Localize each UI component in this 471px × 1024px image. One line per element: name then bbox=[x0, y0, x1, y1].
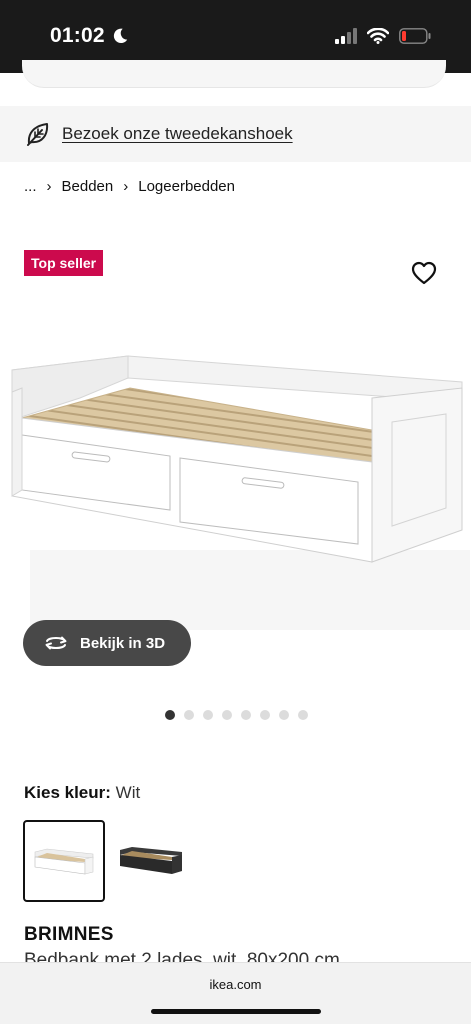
breadcrumb-separator: › bbox=[46, 178, 52, 195]
swatch-white[interactable] bbox=[23, 820, 105, 902]
gallery-dot[interactable] bbox=[203, 710, 213, 720]
search-bar-edge[interactable] bbox=[22, 60, 446, 88]
breadcrumb-item-bedden[interactable]: Bedden bbox=[62, 178, 114, 195]
signal-icon bbox=[335, 28, 357, 44]
status-icons bbox=[335, 28, 431, 44]
breadcrumb: ... › Bedden › Logeerbedden bbox=[24, 178, 235, 195]
color-selector-label: Kies kleur: Wit bbox=[24, 783, 140, 803]
browser-bottom-bar: ikea.com bbox=[0, 962, 471, 1024]
color-label: Kies kleur: bbox=[24, 783, 111, 802]
gallery-dot[interactable] bbox=[279, 710, 289, 720]
rotate-3d-icon bbox=[45, 636, 67, 650]
view-3d-label: Bekijk in 3D bbox=[80, 634, 166, 652]
browser-url[interactable]: ikea.com bbox=[0, 977, 471, 992]
product-image-daybed[interactable] bbox=[0, 330, 471, 640]
gallery-dot[interactable] bbox=[260, 710, 270, 720]
leaf-icon bbox=[27, 123, 49, 146]
swatch-black[interactable] bbox=[114, 820, 196, 902]
clock-text: 01:02 bbox=[50, 24, 105, 47]
gallery-dot[interactable] bbox=[184, 710, 194, 720]
battery-icon bbox=[399, 28, 431, 44]
heart-icon[interactable] bbox=[410, 259, 438, 287]
breadcrumb-ellipsis[interactable]: ... bbox=[24, 178, 37, 195]
breadcrumb-item-logeerbedden[interactable]: Logeerbedden bbox=[138, 178, 235, 195]
white-bed-thumbnail bbox=[34, 848, 94, 875]
gallery-dot[interactable] bbox=[222, 710, 232, 720]
top-seller-badge: Top seller bbox=[24, 250, 104, 276]
black-bed-thumbnail bbox=[120, 847, 182, 874]
color-value: Wit bbox=[115, 783, 141, 802]
second-chance-link[interactable]: Bezoek onze tweedekanshoek bbox=[62, 124, 293, 144]
breadcrumb-separator: › bbox=[123, 178, 129, 195]
gallery-dot[interactable] bbox=[298, 710, 308, 720]
moon-icon bbox=[113, 28, 127, 44]
second-chance-banner[interactable]: Bezoek onze tweedekanshoek bbox=[0, 106, 471, 162]
gallery-dot[interactable] bbox=[241, 710, 251, 720]
gallery-pagination[interactable] bbox=[165, 710, 308, 720]
product-name: BRIMNES bbox=[24, 924, 114, 945]
wifi-icon bbox=[367, 28, 389, 44]
view-3d-button[interactable]: Bekijk in 3D bbox=[23, 620, 191, 666]
gallery-dot[interactable] bbox=[165, 710, 175, 720]
status-time: 01:02 bbox=[50, 24, 129, 48]
home-indicator[interactable] bbox=[151, 1009, 321, 1014]
